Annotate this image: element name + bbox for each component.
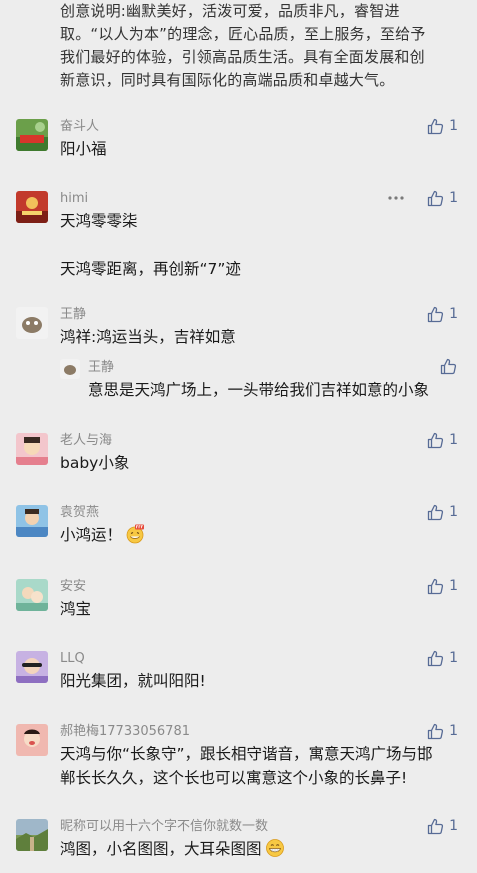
like-count: 1	[449, 306, 458, 322]
thumbs-up-icon	[427, 723, 444, 739]
comment-item: 昵称可以用十六个字不信你就数一数 鸿图，小名图图，大耳朵图图 1	[0, 817, 477, 869]
like-count: 1	[449, 190, 458, 206]
thumbs-up-icon	[427, 504, 444, 520]
ellipsis-icon	[388, 196, 404, 200]
comment-nickname[interactable]: LLQ	[60, 651, 85, 667]
like-button[interactable]: 1	[427, 189, 458, 207]
comment-item: 王静 鸿祥:鸿运当头，吉祥如意 1 王静 意思是天鸿广场上，一头带给我们吉祥如意…	[0, 305, 477, 410]
comment-content: 天鸿零零柒 天鸿零距离，再创新“7”迹	[60, 209, 460, 281]
intro-line: 创意说明:幽默美好，活泼可爱，品质非凡，睿智进	[60, 2, 400, 20]
like-count: 1	[449, 578, 458, 594]
comment-text: baby小象	[60, 454, 130, 472]
like-count: 1	[449, 818, 458, 834]
avatar[interactable]	[16, 433, 48, 465]
comment-item: himi 天鸿零零柒 天鸿零距离，再创新“7”迹 1	[0, 189, 477, 289]
avatar[interactable]	[16, 191, 48, 223]
like-button[interactable]: 1	[427, 577, 458, 595]
like-count: 1	[449, 650, 458, 666]
more-options-button[interactable]	[387, 189, 405, 207]
comment-text: 阳光集团，就叫阳阳!	[60, 672, 206, 690]
avatar[interactable]	[16, 651, 48, 683]
comment-content: 鸿宝	[60, 597, 460, 621]
comment-text: 阳小福	[60, 140, 107, 158]
comment-item: 奋斗人 阳小福 1	[0, 117, 477, 167]
comment-text: 天鸿与你“长象守”，跟长相守谐音，寓意天鸿广场与邯	[60, 745, 433, 763]
like-count: 1	[449, 432, 458, 448]
comment-item: 老人与海 baby小象 1	[0, 431, 477, 481]
like-count: 1	[449, 723, 458, 739]
article-intro: 创意说明:幽默美好，活泼可爱，品质非凡，睿智进 取。“以人为本”的理念，匠心品质…	[60, 0, 460, 92]
comment-text: 天鸿零距离，再创新“7”迹	[60, 260, 241, 278]
grin-emoji	[265, 839, 284, 857]
comment-text: 郸长长久久，这个长也可以寓意这个小象的长鼻子!	[60, 769, 408, 787]
reply-nickname[interactable]: 王静	[88, 360, 114, 376]
comment-content: 小鸿运！	[60, 523, 460, 547]
intro-line: 新意识，同时具有国际化的高端品质和卓越大气。	[60, 71, 395, 89]
avatar[interactable]	[60, 359, 80, 379]
intro-line: 我们最好的体验，引领高品质生活。具有全面发展和创	[60, 48, 425, 66]
comment-nickname[interactable]: 老人与海	[60, 433, 112, 449]
like-count: 1	[449, 118, 458, 134]
avatar[interactable]	[16, 724, 48, 756]
like-button[interactable]: 1	[427, 649, 458, 667]
comment-content: 阳小福	[60, 137, 460, 161]
comment-item: LLQ 阳光集团，就叫阳阳! 1	[0, 649, 477, 699]
thumbs-up-icon	[427, 190, 444, 206]
thumbs-up-icon	[427, 306, 444, 322]
author-reply: 王静 意思是天鸿广场上，一头带给我们吉祥如意的小象	[60, 357, 460, 407]
comment-nickname[interactable]: 安安	[60, 579, 86, 595]
thumbs-up-icon	[427, 578, 444, 594]
comment-nickname[interactable]: 袁贺燕	[60, 505, 99, 521]
comment-nickname[interactable]: 昵称可以用十六个字不信你就数一数	[60, 819, 268, 835]
thumbs-up-icon	[427, 818, 444, 834]
comment-content: 阳光集团，就叫阳阳!	[60, 669, 460, 693]
intro-line: 取。“以人为本”的理念，匠心品质，至上服务，至给予	[60, 25, 426, 43]
comment-text	[60, 233, 460, 257]
thumbs-up-icon	[440, 358, 457, 374]
avatar[interactable]	[16, 307, 48, 339]
comment-text: 鸿宝	[60, 600, 92, 618]
comment-text-span: 小鸿运！	[60, 526, 123, 544]
like-button[interactable]: 1	[427, 117, 458, 135]
thumbs-up-icon	[427, 650, 444, 666]
comment-content: 天鸿与你“长象守”，跟长相守谐音，寓意天鸿广场与邯 郸长长久久，这个长也可以寓意…	[60, 742, 460, 790]
comment-nickname[interactable]: himi	[60, 191, 88, 207]
like-count: 1	[449, 504, 458, 520]
avatar[interactable]	[16, 819, 48, 851]
666-grin-emoji	[126, 524, 145, 544]
comment-text: 鸿图，小名图图，大耳朵图图	[60, 837, 460, 861]
reply-content: 意思是天鸿广场上，一头带给我们吉祥如意的小象	[88, 381, 430, 399]
comment-text: 鸿祥:鸿运当头，吉祥如意	[60, 328, 236, 346]
comment-nickname[interactable]: 郝艳梅17733056781	[60, 724, 190, 740]
comment-item: 安安 鸿宝 1	[0, 577, 477, 627]
like-button[interactable]: 1	[427, 722, 458, 740]
comment-text: 小鸿运！	[60, 523, 460, 547]
comment-item: 袁贺燕 小鸿运！ 1	[0, 503, 477, 553]
comment-nickname[interactable]: 奋斗人	[60, 119, 99, 135]
comment-nickname[interactable]: 王静	[60, 307, 86, 323]
comment-content: 鸿祥:鸿运当头，吉祥如意	[60, 325, 460, 349]
comment-text-span: 鸿图，小名图图，大耳朵图图	[60, 840, 262, 858]
avatar[interactable]	[16, 579, 48, 611]
like-button[interactable]: 1	[427, 503, 458, 521]
comment-content: baby小象	[60, 451, 460, 475]
thumbs-up-icon	[427, 432, 444, 448]
like-button[interactable]: 1	[427, 431, 458, 449]
comment-text: 天鸿零零柒	[60, 212, 138, 230]
like-button[interactable]	[440, 357, 457, 375]
like-button[interactable]: 1	[427, 817, 458, 835]
avatar[interactable]	[16, 505, 48, 537]
comment-content: 鸿图，小名图图，大耳朵图图	[60, 837, 460, 861]
like-button[interactable]: 1	[427, 305, 458, 323]
avatar[interactable]	[16, 119, 48, 151]
comment-item: 郝艳梅17733056781 天鸿与你“长象守”，跟长相守谐音，寓意天鸿广场与邯…	[0, 722, 477, 797]
thumbs-up-icon	[427, 118, 444, 134]
